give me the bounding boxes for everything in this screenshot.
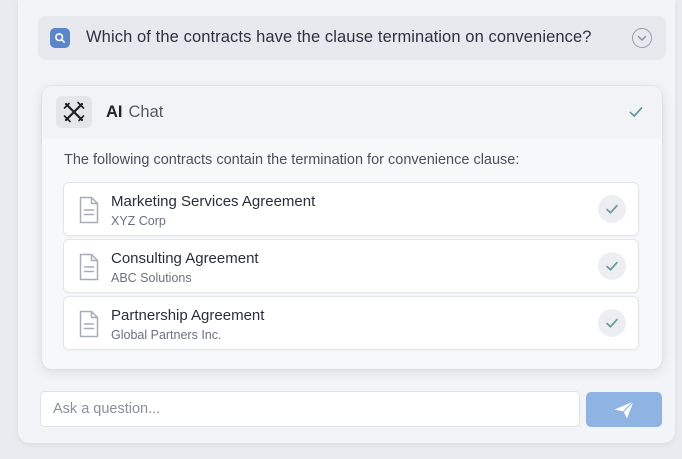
document-icon bbox=[78, 253, 100, 281]
contract-name: Partnership Agreement bbox=[111, 307, 265, 324]
chat-title-ai: AI bbox=[106, 103, 123, 121]
check-icon bbox=[598, 252, 626, 280]
check-icon bbox=[598, 195, 626, 223]
chat-title: AI Chat bbox=[106, 103, 163, 122]
contract-name: Marketing Services Agreement bbox=[111, 193, 316, 210]
ai-logo-icon bbox=[56, 96, 92, 128]
ai-chat-card: AI Chat The following contracts contain t… bbox=[42, 86, 662, 369]
chat-header: AI Chat bbox=[42, 86, 662, 138]
check-icon bbox=[628, 104, 644, 120]
contract-item[interactable]: Consulting Agreement ABC Solutions bbox=[63, 239, 639, 293]
contract-party: ABC Solutions bbox=[111, 271, 192, 285]
ask-question-input[interactable] bbox=[40, 391, 580, 427]
contract-party: Global Partners Inc. bbox=[111, 328, 222, 342]
contract-name: Consulting Agreement bbox=[111, 250, 259, 267]
document-icon bbox=[78, 196, 100, 224]
send-button[interactable] bbox=[586, 392, 662, 427]
chat-title-chat: Chat bbox=[128, 103, 164, 121]
chevron-down-icon[interactable] bbox=[632, 28, 652, 48]
response-intro: The following contracts contain the term… bbox=[64, 152, 520, 168]
contract-party: XYZ Corp bbox=[111, 214, 166, 228]
question-text: Which of the contracts have the clause t… bbox=[86, 28, 592, 46]
contract-item[interactable]: Marketing Services Agreement XYZ Corp bbox=[63, 182, 639, 236]
contract-item[interactable]: Partnership Agreement Global Partners In… bbox=[63, 296, 639, 350]
send-icon bbox=[614, 400, 634, 418]
search-icon bbox=[50, 28, 70, 48]
check-icon bbox=[598, 309, 626, 337]
question-bar[interactable]: Which of the contracts have the clause t… bbox=[38, 16, 666, 60]
document-icon bbox=[78, 310, 100, 338]
